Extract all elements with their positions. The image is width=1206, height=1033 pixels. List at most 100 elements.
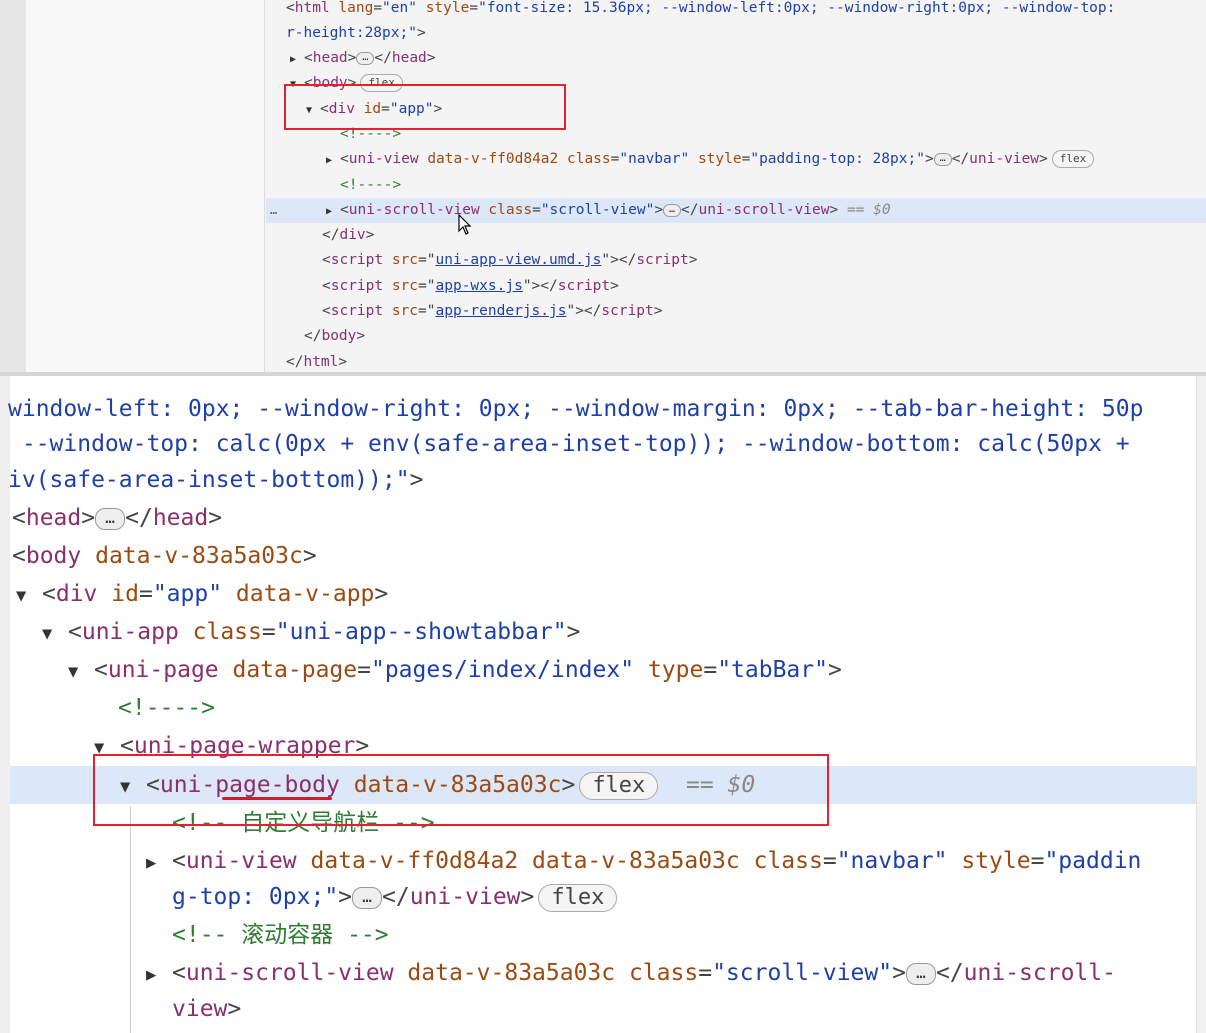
expand-triangle-icon[interactable]: ▶ [290, 47, 304, 72]
expand-triangle-icon[interactable]: ▶ [146, 844, 172, 882]
ellipsis-icon[interactable]: … [356, 51, 375, 65]
code-token: head [312, 50, 348, 66]
script-src-link[interactable]: uni-app-view.umd.js [436, 252, 602, 268]
code-token: > [924, 151, 934, 167]
dom-node-row[interactable]: <html lang="en" style="font-size: 15.36p… [286, 0, 1115, 21]
code-token: g-top: 0px;" [172, 884, 339, 910]
ellipsis-icon[interactable]: … [905, 962, 936, 985]
dom-node-row[interactable]: iv(safe-area-inset-bottom));"> [8, 461, 423, 499]
ellipsis-icon[interactable]: … [933, 152, 952, 166]
row-options-icon[interactable]: … [270, 198, 277, 223]
dom-node-row[interactable]: ▶ <uni-view data-v-ff0d84a2 data-v-83a5a0… [146, 842, 1141, 880]
code-token: "paddin [1044, 848, 1142, 874]
flex-badge[interactable]: flex [1051, 150, 1095, 168]
code-token: uni-view [185, 848, 311, 874]
code-token: < [42, 581, 56, 607]
devtools-top-panel: … <html lang="en" style="font-size: 15.3… [0, 0, 1206, 372]
dom-node-row[interactable]: ▼ <uni-page data-page="pages/index/index"… [68, 651, 842, 689]
dom-node-row[interactable]: r-height:28px;"> [286, 21, 426, 46]
code-token: = [703, 657, 718, 683]
code-token: < [340, 202, 349, 218]
expand-triangle-icon[interactable]: ▶ [326, 148, 340, 173]
dom-node-row[interactable]: <script src="app-wxs.js"></script> [322, 274, 619, 299]
code-token: > [892, 960, 906, 986]
code-token: type [647, 657, 704, 683]
code-token: style [697, 151, 742, 167]
dom-node-row[interactable]: --window-top: calc(0px + env(safe-area-i… [8, 425, 1130, 463]
code-token: < [94, 657, 108, 683]
dom-node-row[interactable]: </div> [322, 223, 374, 248]
code-token: uni-view [969, 151, 1039, 167]
code-token: </ [322, 227, 340, 243]
code-token: "scroll-view" [540, 202, 655, 218]
code-token: html [294, 0, 339, 16]
code-token: script [330, 303, 392, 319]
dom-node-row[interactable]: <body data-v-83a5a03c> [12, 537, 317, 575]
dom-node-row[interactable]: ▶ <head>… </head> [290, 46, 436, 71]
dom-node-row[interactable]: ▶ <uni-scroll-view data-v-83a5a03c class=… [146, 954, 1116, 992]
code-token: r-height:28px;" [286, 25, 417, 41]
collapse-triangle-icon[interactable]: ▼ [42, 615, 68, 653]
code-token: src [391, 252, 419, 268]
code-token: "font-size: 15.36px; --window-left:0px; … [478, 0, 1116, 16]
code-token: id [111, 581, 139, 607]
code-token: > [356, 328, 366, 344]
dom-node-row[interactable]: view> [172, 990, 241, 1028]
code-token: div [55, 581, 112, 607]
expand-triangle-icon[interactable]: ▶ [146, 956, 172, 994]
code-token: > [653, 303, 663, 319]
code-token: = [373, 0, 383, 16]
code-token: > [338, 884, 353, 910]
code-token: "app" [152, 581, 223, 607]
code-token: html [303, 354, 339, 370]
ellipsis-icon[interactable]: … [95, 507, 126, 530]
code-token: data-v-ff0d84a2 class [427, 151, 611, 167]
code-token: "uni-app--showtabbar" [275, 619, 567, 645]
dom-node-row[interactable]: window-left: 0px; --window-right: 0px; -… [8, 390, 1143, 428]
code-token: body [321, 328, 357, 344]
code-token: script [330, 252, 392, 268]
script-src-link[interactable]: app-renderjs.js [436, 303, 567, 319]
red-highlight-box-page-body [93, 754, 829, 826]
dom-node-row[interactable]: <head>… </head> [12, 499, 222, 537]
dom-node-row[interactable]: <!----> [118, 689, 215, 727]
code-token: script [636, 252, 689, 268]
code-token: uni-page [107, 657, 233, 683]
code-token: > [208, 505, 223, 531]
dom-node-row[interactable]: ▼ <uni-app class="uni-app--showtabbar"> [42, 613, 580, 651]
collapse-triangle-icon[interactable]: ▼ [16, 577, 42, 615]
dom-node-row[interactable]: </body> [304, 324, 365, 349]
script-src-link[interactable]: app-wxs.js [436, 278, 523, 294]
dom-node-row[interactable]: ▶ <uni-scroll-view class="scroll-view">… <… [326, 198, 891, 223]
code-token: --window-top: calc(0px + env(safe-area-i… [8, 431, 1130, 457]
red-highlight-box-app-div [284, 84, 566, 130]
dom-node-row[interactable]: <!----> [340, 173, 401, 198]
code-token: > [81, 505, 96, 531]
dom-node-row[interactable]: <!-- 滚动容器 --> [172, 916, 389, 954]
dom-node-row[interactable]: ▼ <div id="app" data-v-app> [16, 575, 388, 613]
code-token: body [25, 543, 96, 569]
code-token: "></ [601, 252, 637, 268]
code-token: > [374, 581, 389, 607]
flex-badge[interactable]: flex [538, 883, 618, 912]
code-token: uni-scroll-view [698, 202, 830, 218]
dom-node-row[interactable]: </html> [286, 350, 347, 372]
code-token: script [557, 278, 611, 294]
ellipsis-icon[interactable]: … [352, 886, 383, 909]
dom-node-row[interactable]: ▶ <uni-view data-v-ff0d84a2 class="navbar… [326, 147, 1095, 173]
expand-triangle-icon[interactable]: ▶ [326, 199, 340, 224]
code-token: > [227, 996, 242, 1022]
code-token: < [12, 543, 26, 569]
dom-node-row[interactable]: <script src="uni-app-view.umd.js"></scri… [322, 248, 697, 273]
scrollbar-track[interactable] [1196, 376, 1206, 1033]
collapse-triangle-icon[interactable]: ▼ [68, 653, 94, 691]
ellipsis-icon[interactable]: … [663, 203, 682, 217]
dom-node-row[interactable]: <script src="app-renderjs.js"></script> [322, 299, 663, 324]
code-token: > [688, 252, 698, 268]
code-token: uni-view [409, 884, 521, 910]
code-token: > [1039, 151, 1048, 167]
dom-node-row[interactable]: g-top: 0px;">… </uni-view> flex [172, 878, 618, 916]
code-token: </ [681, 202, 699, 218]
